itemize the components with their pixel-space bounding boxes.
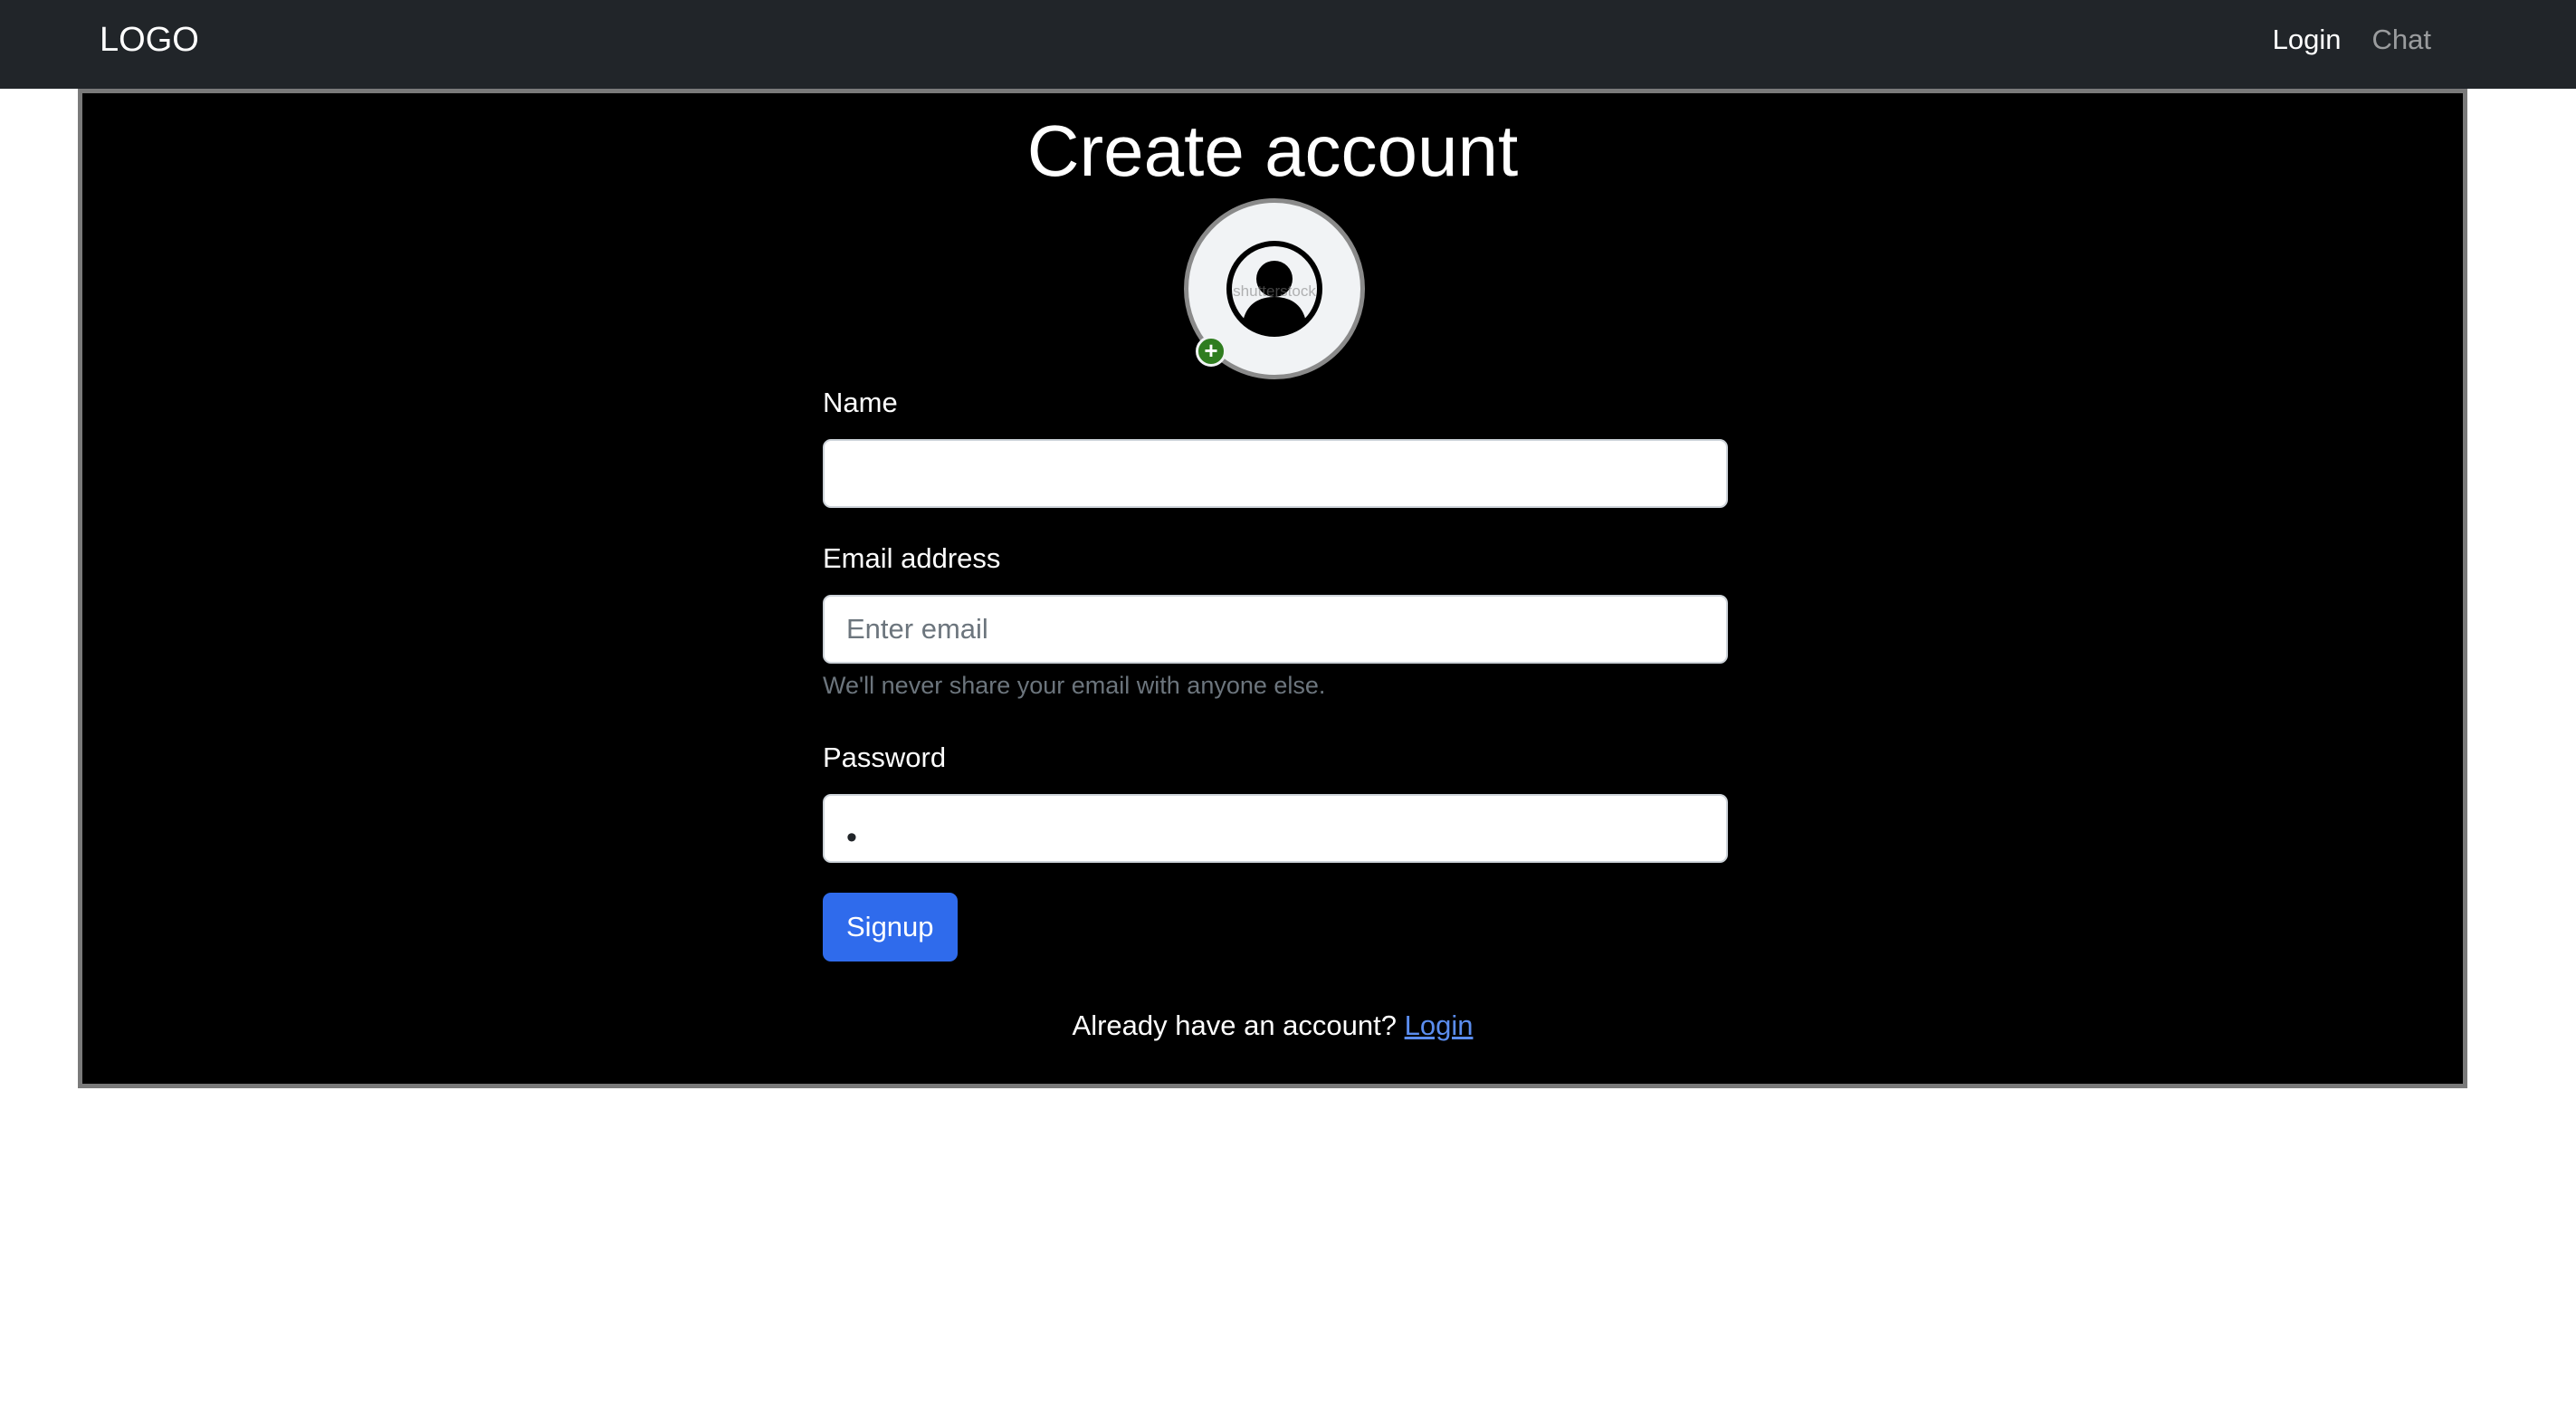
name-input[interactable] xyxy=(823,439,1728,508)
nav-links: Login Chat xyxy=(2273,18,2431,62)
top-navbar: LOGO Login Chat xyxy=(0,0,2576,89)
page-title: Create account xyxy=(1026,110,1519,191)
password-label: Password xyxy=(823,741,947,773)
password-input[interactable] xyxy=(823,794,1728,863)
user-circle-icon xyxy=(1226,241,1322,337)
login-prompt: Already have an account? Login xyxy=(82,1008,2463,1044)
email-input[interactable] xyxy=(823,595,1728,664)
nav-login-link[interactable]: Login xyxy=(2273,24,2342,56)
email-label: Email address xyxy=(823,542,1001,574)
signup-panel: Create account shutterstock + Name Email… xyxy=(78,89,2467,1088)
add-photo-plus-icon[interactable]: + xyxy=(1196,336,1226,367)
email-help-text: We'll never share your email with anyone… xyxy=(823,672,1326,699)
footer-login-link[interactable]: Login xyxy=(1405,1009,1474,1041)
nav-chat-link[interactable]: Chat xyxy=(2372,24,2431,56)
name-label: Name xyxy=(823,387,898,418)
logo-link[interactable]: LOGO xyxy=(100,16,199,63)
login-prompt-text: Already have an account? xyxy=(1072,1009,1397,1041)
signup-button[interactable]: Signup xyxy=(823,893,958,962)
